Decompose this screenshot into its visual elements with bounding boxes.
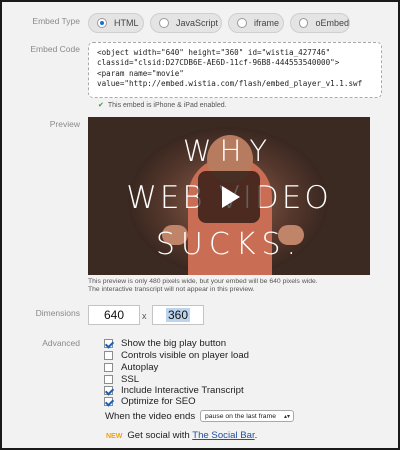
select-arrows-icon: ▴▾ bbox=[283, 413, 290, 420]
preview-label: Preview bbox=[49, 119, 80, 129]
embed-code-textarea[interactable]: <object width="640" height="360" id="wis… bbox=[88, 42, 382, 98]
radio-icon bbox=[299, 18, 309, 28]
preview-note: This preview is only 480 pixels wide, bu… bbox=[88, 278, 388, 294]
radio-html-label: HTML bbox=[114, 18, 139, 28]
option-autoplay[interactable]: Autoplay bbox=[104, 361, 158, 373]
radio-oembed-label: oEmbed bbox=[315, 18, 349, 28]
radio-selected-icon bbox=[97, 18, 107, 28]
checkbox-icon[interactable] bbox=[104, 350, 113, 360]
iphone-enabled-text: This embed is iPhone & iPad enabled. bbox=[107, 102, 227, 109]
option-label: Optimize for SEO bbox=[121, 395, 196, 407]
checkbox-icon[interactable] bbox=[104, 362, 113, 372]
radio-iframe[interactable]: iframe bbox=[228, 13, 284, 33]
option-optimize-seo[interactable]: Optimize for SEO bbox=[104, 395, 196, 407]
option-label: Autoplay bbox=[121, 361, 159, 373]
code-line: value="http://embed.wistia.com/flash/emb… bbox=[97, 78, 363, 88]
video-title-line1: WHY bbox=[182, 134, 276, 168]
option-label: SSL bbox=[121, 373, 140, 385]
option-label: Controls visible on player load bbox=[121, 349, 249, 361]
dimension-separator: x bbox=[142, 311, 147, 321]
video-ends-label: When the video ends bbox=[105, 411, 196, 422]
radio-icon bbox=[237, 18, 247, 28]
radio-javascript[interactable]: JavaScript bbox=[150, 13, 222, 33]
advanced-label: Advanced bbox=[42, 338, 80, 348]
checkbox-checked-icon[interactable] bbox=[104, 396, 113, 406]
social-text: Get social with bbox=[127, 430, 190, 441]
checkbox-checked-icon[interactable] bbox=[104, 338, 113, 348]
radio-javascript-label: JavaScript bbox=[176, 18, 219, 28]
video-preview[interactable]: WHY WEB VIDEO SUCKS. bbox=[88, 117, 370, 275]
check-icon: ✔ bbox=[98, 102, 104, 109]
checkbox-icon[interactable] bbox=[104, 374, 113, 384]
code-line: <object width="640" height="360" id="wis… bbox=[97, 48, 331, 57]
new-badge: NEW bbox=[106, 433, 123, 440]
iphone-enabled-note: ✔ This embed is iPhone & iPad enabled. bbox=[98, 101, 227, 109]
social-suffix: . bbox=[254, 430, 258, 441]
code-line: <param name="movie" bbox=[97, 68, 184, 78]
option-controls-visible[interactable]: Controls visible on player load bbox=[104, 349, 249, 361]
video-title-line3: SUCKS. bbox=[155, 227, 303, 262]
radio-iframe-label: iframe bbox=[254, 18, 280, 28]
preview-note-line1: This preview is only 480 pixels wide, bu… bbox=[88, 278, 318, 285]
embed-code-label: Embed Code bbox=[30, 44, 80, 54]
play-button-icon[interactable] bbox=[198, 171, 260, 223]
height-value: 360 bbox=[165, 308, 191, 322]
option-show-big-play-button[interactable]: Show the big play button bbox=[104, 337, 226, 349]
radio-oembed[interactable]: oEmbed bbox=[290, 13, 350, 33]
preview-note-line2: The interactive transcript will not appe… bbox=[88, 286, 255, 294]
video-ends-value: pause on the last frame bbox=[205, 412, 277, 420]
embed-settings-panel: Embed Type HTML JavaScript iframe oEmbed… bbox=[0, 0, 400, 450]
dimensions-label: Dimensions bbox=[35, 308, 80, 318]
width-value: 640 bbox=[103, 308, 125, 322]
height-input[interactable]: 360 bbox=[152, 305, 204, 325]
radio-html[interactable]: HTML bbox=[88, 13, 144, 33]
option-label: Include Interactive Transcript bbox=[121, 384, 244, 396]
radio-icon bbox=[159, 18, 169, 28]
embed-type-label: Embed Type bbox=[32, 16, 80, 26]
width-input[interactable]: 640 bbox=[88, 305, 140, 325]
option-label: Show the big play button bbox=[121, 337, 227, 349]
code-line: classid="clsid:D27CDB6E-AE6D-11cf-96B8-4… bbox=[97, 58, 340, 68]
social-bar-link[interactable]: The Social Bar bbox=[192, 430, 254, 441]
social-bar-promo: NEW Get social with The Social Bar. bbox=[106, 430, 257, 441]
video-ends-select[interactable]: pause on the last frame ▴▾ bbox=[200, 410, 294, 422]
checkbox-checked-icon[interactable] bbox=[104, 385, 113, 395]
